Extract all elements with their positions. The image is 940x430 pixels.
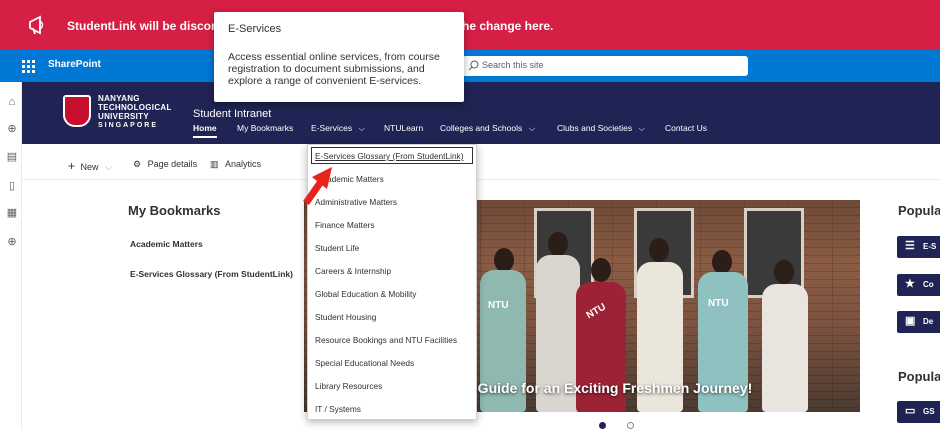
tooltip-title: E-Services <box>228 23 282 35</box>
page: StudentLink will be disconti he change h… <box>0 0 940 430</box>
bookmark-link[interactable]: E-Services Glossary (From StudentLink) <box>130 269 293 279</box>
shirt-text: NTU <box>708 298 729 309</box>
page-details-label: Page details <box>147 159 198 169</box>
logo-line-4: SINGAPORE <box>98 122 159 129</box>
analytics-label: Analytics <box>225 159 262 169</box>
banner-link[interactable]: he change here. <box>462 19 553 33</box>
popular-button-label: Co <box>923 280 934 289</box>
nav-colleges-and-schools[interactable]: Colleges and Schools ⌵ <box>440 123 535 134</box>
plus-icon: + <box>68 159 76 173</box>
menu-item[interactable]: Student Housing <box>315 312 376 322</box>
bookmarks-title: My Bookmarks <box>128 203 221 218</box>
sharepoint-app-name[interactable]: SharePoint <box>48 59 101 70</box>
menu-item[interactable]: Global Education & Mobility <box>315 289 416 299</box>
carousel-dot-active[interactable] <box>599 422 606 429</box>
hero-caption[interactable]: e Guide for an Exciting Freshmen Journey… <box>466 380 752 396</box>
nav-home[interactable]: Home <box>193 123 217 138</box>
analytics-icon: ▥ <box>210 159 219 169</box>
ntu-logo-text[interactable]: NANYANG TECHNOLOGICAL UNIVERSITY SINGAPO… <box>98 94 172 130</box>
popular-title: Popular <box>898 369 940 384</box>
nav-ntulearn[interactable]: NTULearn <box>384 123 423 133</box>
add-icon[interactable]: ⊕ <box>6 236 18 248</box>
search-placeholder: Search this site <box>482 60 544 70</box>
nav-e-services[interactable]: E-Services ⌵ <box>311 123 365 134</box>
nav-colleges-label: Colleges and Schools <box>440 123 523 133</box>
new-label: New <box>80 162 99 172</box>
menu-item[interactable]: E-Services Glossary (From StudentLink) <box>315 151 463 161</box>
menu-item[interactable]: Special Educational Needs <box>315 358 414 368</box>
popular-button[interactable]: ★ Co <box>897 274 940 296</box>
popular-button-label: E-S <box>923 242 937 251</box>
nav-contact-us[interactable]: Contact Us <box>665 123 707 133</box>
menu-item[interactable]: Library Resources <box>315 381 382 391</box>
gear-icon: ⚙ <box>133 159 142 169</box>
logo-line-3: UNIVERSITY <box>98 112 150 121</box>
popular-title: Popular <box>898 203 940 218</box>
megaphone-icon <box>29 15 44 35</box>
search-icon <box>468 60 479 71</box>
card-icon: ▣ <box>905 315 916 327</box>
list-icon[interactable]: ▦ <box>6 207 18 219</box>
red-arrow-annotation <box>303 167 332 206</box>
app-launcher-icon[interactable] <box>22 60 36 74</box>
carousel-dot[interactable] <box>627 422 634 429</box>
menu-item[interactable]: IT / Systems <box>315 404 361 414</box>
nav-e-services-label: E-Services <box>311 123 353 133</box>
page-details-button[interactable]: ⚙ Page details <box>133 159 197 170</box>
chevron-down-icon: ⌵ <box>638 123 645 133</box>
list-icon: ☰ <box>905 240 915 252</box>
logo-line-2: TECHNOLOGICAL <box>98 103 172 112</box>
analytics-button[interactable]: ▥ Analytics <box>210 159 261 170</box>
popular-button-label: GS <box>923 407 935 416</box>
chevron-down-icon: ⌵ <box>358 123 365 133</box>
document-icon[interactable]: ▯ <box>6 180 18 192</box>
menu-item[interactable]: Finance Matters <box>315 220 374 230</box>
nav-clubs-label: Clubs and Societies <box>557 123 633 133</box>
nav-clubs-and-societies[interactable]: Clubs and Societies ⌵ <box>557 123 645 134</box>
popular-button-label: De <box>923 317 934 326</box>
globe-icon[interactable]: ⊕ <box>6 123 18 135</box>
banner-message: StudentLink will be disconti <box>67 19 226 33</box>
popular-button[interactable]: ▭ GS <box>897 401 940 423</box>
menu-item[interactable]: Resource Bookings and NTU Facilities <box>315 335 457 345</box>
site-title[interactable]: Student Intranet <box>193 108 271 120</box>
popular-button[interactable]: ☰ E-S <box>897 236 940 258</box>
chevron-down-icon: ⌵ <box>528 123 536 133</box>
tooltip-body: Access essential online services, from c… <box>228 51 440 87</box>
shirt-text: NTU <box>488 300 509 311</box>
news-icon[interactable]: ▤ <box>6 151 18 163</box>
logo-line-1: NANYANG <box>98 94 140 103</box>
popular-button[interactable]: ▣ De <box>897 311 940 333</box>
menu-item[interactable]: Student Life <box>315 243 359 253</box>
monitor-icon: ▭ <box>905 405 916 417</box>
chevron-down-icon: ⌵ <box>105 162 112 172</box>
star-icon: ★ <box>905 278 915 290</box>
nav-my-bookmarks[interactable]: My Bookmarks <box>237 123 293 133</box>
bookmark-link[interactable]: Academic Matters <box>130 239 203 249</box>
ntu-crest-logo[interactable] <box>63 95 91 127</box>
menu-item[interactable]: Careers & Internship <box>315 266 391 276</box>
new-button[interactable]: + New ⌵ <box>68 159 112 173</box>
home-icon[interactable]: ⌂ <box>6 96 18 108</box>
